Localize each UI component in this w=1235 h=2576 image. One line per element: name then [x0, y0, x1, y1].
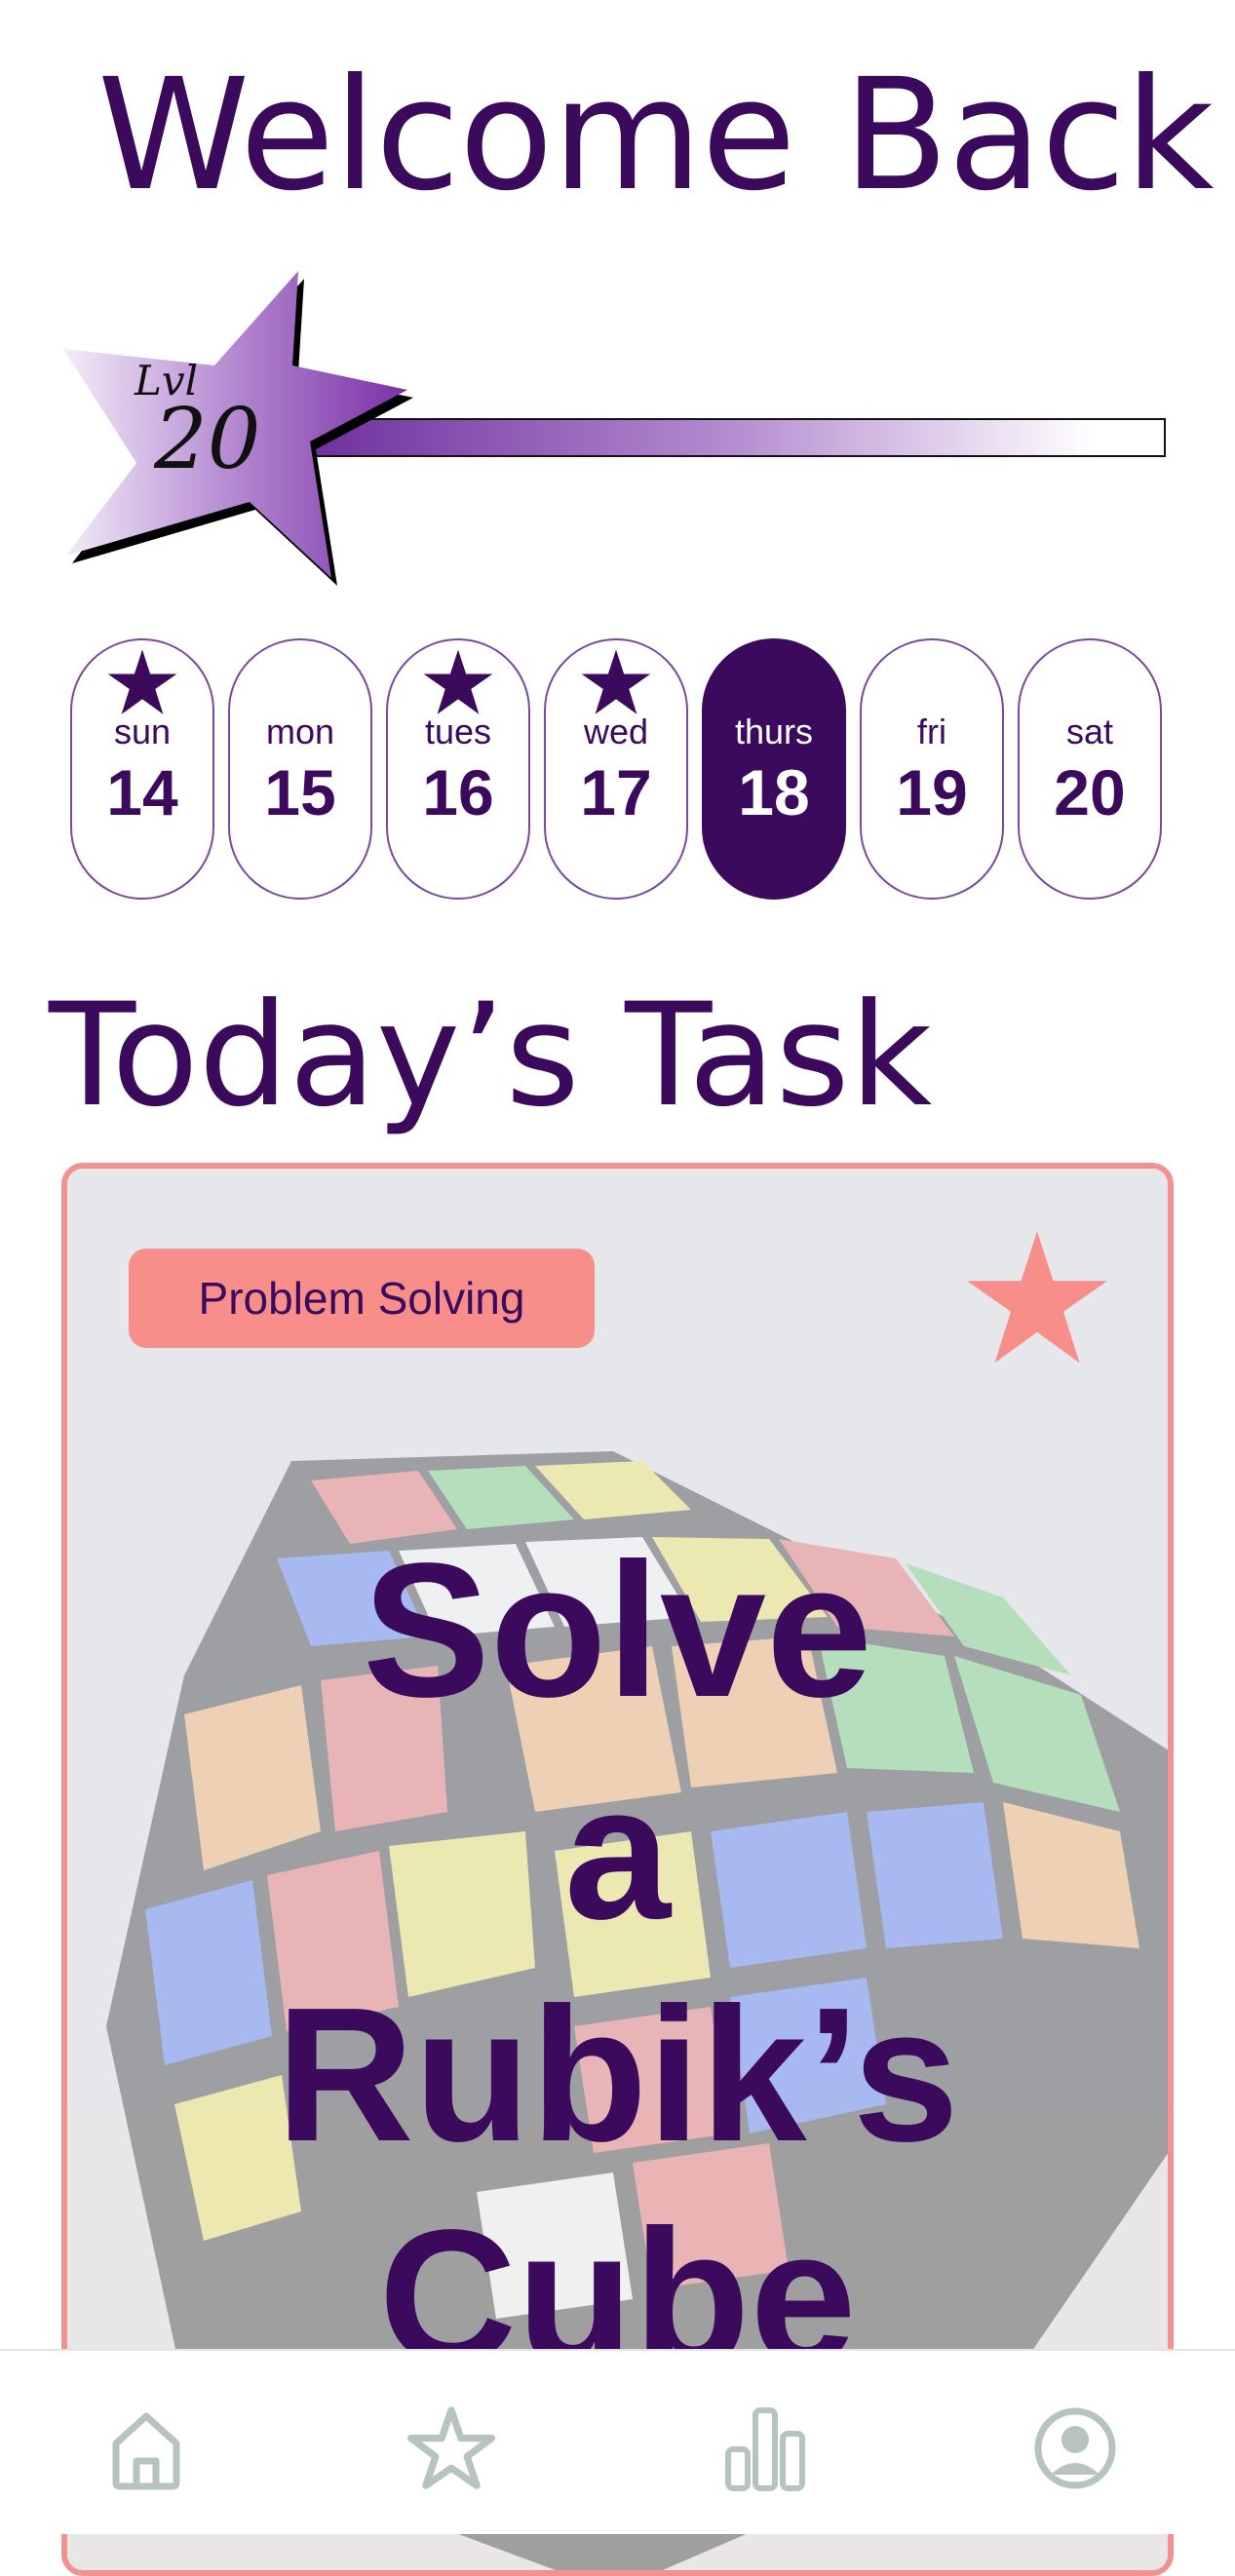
profile-icon[interactable] — [1031, 2404, 1119, 2492]
star-icon — [581, 649, 651, 714]
home-icon[interactable] — [102, 2404, 190, 2492]
day-name: sun — [113, 711, 172, 751]
day-wed[interactable]: wed 17 — [544, 638, 688, 900]
day-name: mon — [265, 711, 335, 751]
section-heading: Today’s Task — [49, 973, 933, 1138]
bottom-nav — [0, 2349, 1235, 2534]
day-name: tues — [424, 711, 492, 751]
day-sun[interactable]: sun 14 — [70, 638, 214, 900]
day-date: 18 — [738, 756, 810, 828]
week-day-selector: sun 14 mon 15 tues 16 wed 17 thurs 18 fr… — [70, 638, 1167, 902]
favorite-star-icon[interactable] — [964, 1227, 1110, 1368]
bar-chart-icon[interactable] — [721, 2404, 809, 2492]
day-sat[interactable]: sat 20 — [1018, 638, 1162, 900]
day-date: 17 — [580, 756, 652, 828]
day-name: wed — [583, 711, 649, 751]
day-name: sat — [1065, 711, 1114, 751]
day-date: 19 — [896, 756, 968, 828]
day-date: 16 — [422, 756, 494, 828]
level-progress: Lvl 20 — [58, 249, 1179, 586]
day-fri[interactable]: fri 19 — [860, 638, 1004, 900]
day-name: thurs — [734, 711, 814, 751]
task-title: Solve a Rubik’s Cube — [67, 1519, 1168, 2408]
star-icon — [423, 649, 493, 714]
task-title-line: Solve — [363, 1523, 872, 1737]
day-thurs[interactable]: thurs 18 — [702, 638, 846, 900]
task-title-line: Rubik’s — [276, 1968, 959, 2181]
day-date: 14 — [106, 756, 178, 828]
star-icon — [107, 649, 177, 714]
level-number: 20 — [153, 391, 260, 488]
star-icon[interactable] — [407, 2404, 495, 2492]
day-date: 20 — [1054, 756, 1126, 828]
day-date: 15 — [264, 756, 336, 828]
level-bar-fill — [284, 420, 1094, 455]
task-title-line: a — [563, 1746, 671, 1959]
day-tues[interactable]: tues 16 — [386, 638, 530, 900]
page-title: Welcome Back — [97, 46, 1215, 225]
category-tag[interactable]: Problem Solving — [129, 1249, 595, 1348]
day-mon[interactable]: mon 15 — [228, 638, 372, 900]
day-name: fri — [917, 711, 946, 751]
